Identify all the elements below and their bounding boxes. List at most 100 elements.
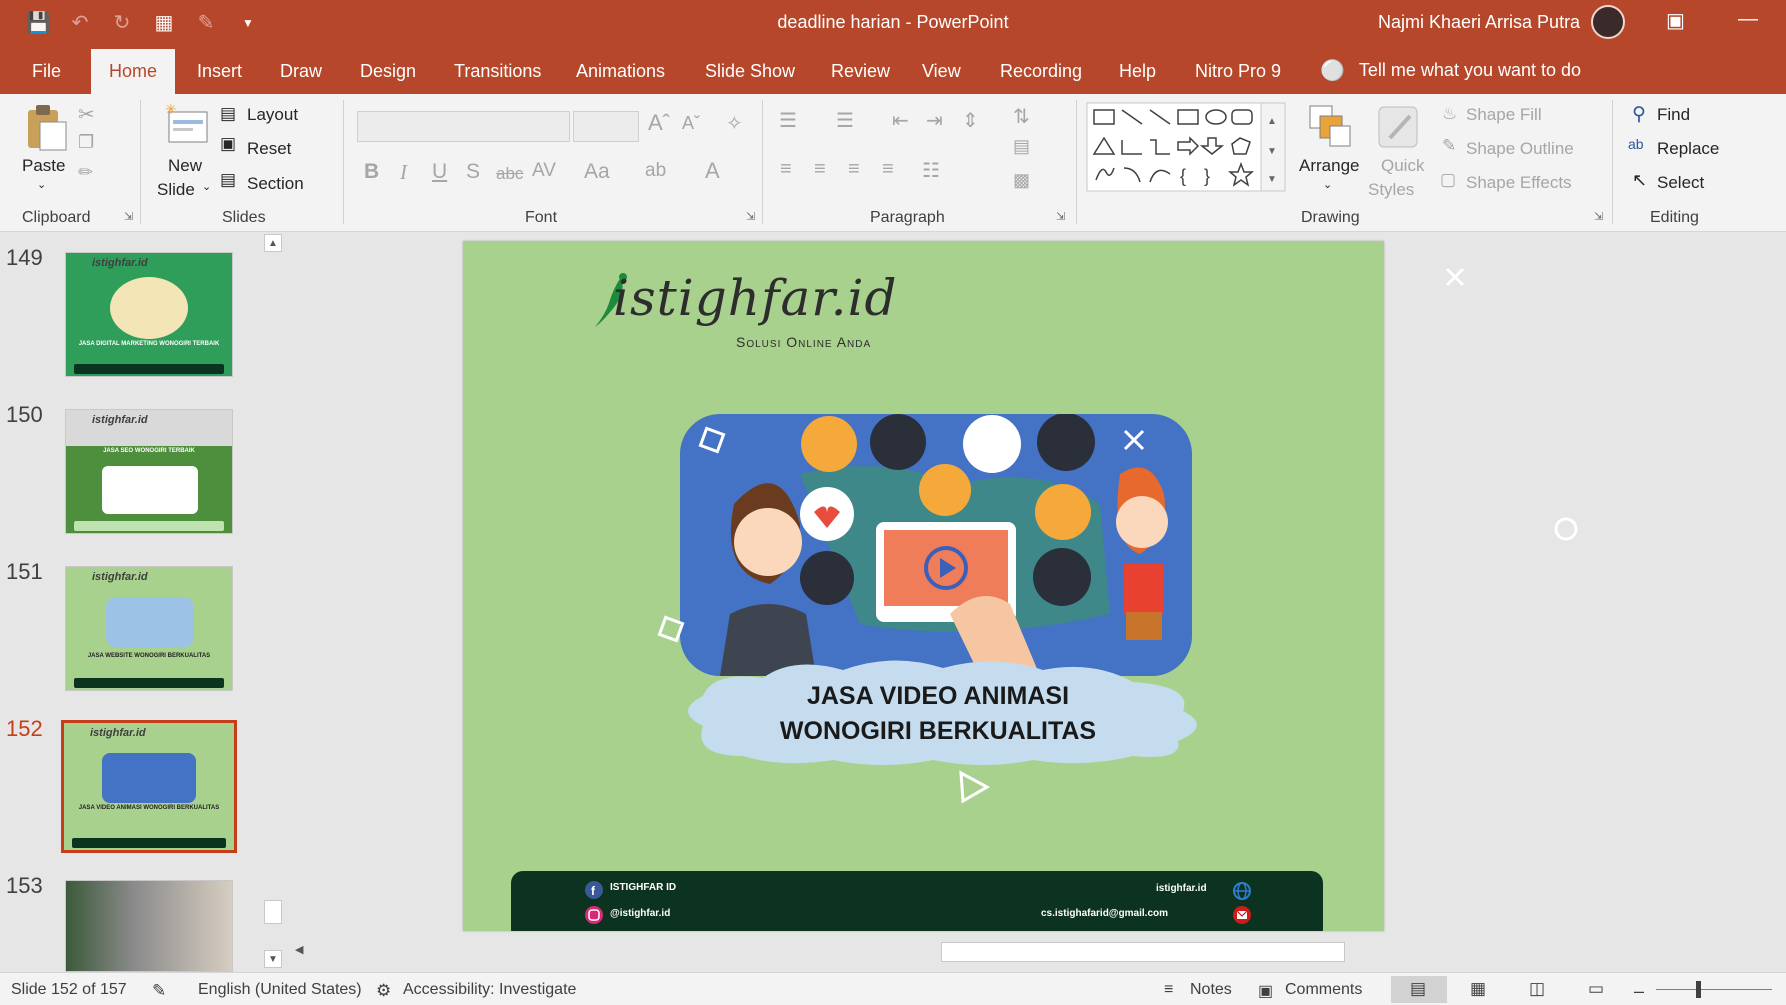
layout-button[interactable]: Layout: [247, 105, 298, 125]
shape-outline-button[interactable]: Shape Outline: [1466, 139, 1574, 159]
underline-icon[interactable]: U: [432, 160, 447, 184]
editor-horizontal-scrollbar[interactable]: ◀: [290, 940, 1345, 964]
ribbon-display-options-icon[interactable]: ▣: [1666, 8, 1685, 33]
select-button[interactable]: Select: [1657, 173, 1704, 193]
tab-slide-show[interactable]: Slide Show: [705, 61, 795, 82]
find-button[interactable]: Find: [1657, 105, 1690, 125]
normal-view-button[interactable]: ▤: [1391, 976, 1447, 1003]
tab-insert[interactable]: Insert: [197, 61, 242, 82]
tab-home[interactable]: Home: [91, 49, 176, 94]
spell-check-icon[interactable]: ✎: [152, 981, 166, 1001]
tab-recording[interactable]: Recording: [1000, 61, 1082, 82]
tab-transitions[interactable]: Transitions: [454, 61, 541, 82]
paste-button[interactable]: Paste: [22, 156, 65, 176]
decrease-font-size-icon[interactable]: Aˇ: [682, 113, 700, 134]
font-color-icon[interactable]: A: [705, 158, 720, 184]
smartart-icon[interactable]: ▩: [1013, 170, 1030, 191]
section-button[interactable]: Section: [247, 174, 304, 194]
slide-thumbnail[interactable]: istighfar.id JASA DIGITAL MARKETING WONO…: [65, 252, 233, 377]
decrease-indent-icon[interactable]: ⇤: [892, 108, 909, 133]
bold-icon[interactable]: B: [364, 160, 379, 184]
font-launcher-icon[interactable]: ⇲: [746, 210, 755, 223]
drawing-launcher-icon[interactable]: ⇲: [1594, 210, 1603, 223]
font-name-combobox[interactable]: [357, 111, 570, 142]
comments-button[interactable]: Comments: [1285, 981, 1362, 999]
quick-styles-button-line2[interactable]: Styles: [1368, 180, 1414, 200]
line-spacing-icon[interactable]: ⇕: [962, 108, 979, 133]
paragraph-launcher-icon[interactable]: ⇲: [1056, 210, 1065, 223]
arrange-button[interactable]: Arrange: [1299, 156, 1359, 176]
copy-icon[interactable]: ❐: [78, 132, 94, 153]
notes-button[interactable]: Notes: [1190, 981, 1232, 999]
tab-review[interactable]: Review: [831, 61, 890, 82]
new-slide-icon[interactable]: ✳: [163, 102, 211, 146]
scroll-down-icon[interactable]: ▼: [264, 950, 282, 968]
align-text-icon[interactable]: ▤: [1013, 136, 1030, 157]
scroll-left-icon[interactable]: ◀: [295, 943, 303, 956]
shape-fill-button[interactable]: Shape Fill: [1466, 105, 1542, 125]
zoom-slider-thumb[interactable]: [1696, 981, 1701, 998]
slide-show-button[interactable]: ▭: [1569, 976, 1625, 1003]
format-painter-icon[interactable]: ✏: [78, 162, 93, 183]
character-spacing-icon[interactable]: AV: [532, 160, 556, 182]
shapes-gallery[interactable]: { } ▲ ▼ ▼: [1086, 102, 1286, 192]
tab-draw[interactable]: Draw: [280, 61, 322, 82]
change-case-icon[interactable]: Aa: [584, 160, 610, 184]
numbering-icon[interactable]: ☰: [836, 108, 854, 133]
strikethrough-icon[interactable]: abc: [496, 164, 523, 184]
text-shadow-icon[interactable]: S: [466, 160, 480, 184]
reading-view-button[interactable]: ◫: [1510, 976, 1566, 1003]
slide-canvas[interactable]: istighfar.id Solusi Online Anda JASA VID…: [463, 241, 1384, 931]
new-slide-button-line2[interactable]: Slide: [157, 180, 195, 200]
italic-icon[interactable]: I: [400, 160, 407, 185]
zoom-slider[interactable]: [1656, 989, 1772, 990]
bullets-icon[interactable]: ☰: [779, 108, 797, 133]
tab-file[interactable]: File: [32, 61, 61, 82]
slide-thumbnail[interactable]: istighfar.id JASA SEO WONOGIRI TERBAIK: [65, 409, 233, 534]
tab-nitro-pro[interactable]: Nitro Pro 9: [1195, 61, 1281, 82]
arrange-dropdown-icon[interactable]: ⌄: [1323, 178, 1332, 191]
tab-animations[interactable]: Animations: [576, 61, 665, 82]
align-right-icon[interactable]: ≡: [848, 158, 860, 181]
zoom-out-icon[interactable]: –: [1634, 981, 1644, 1002]
increase-font-size-icon[interactable]: Aˆ: [648, 110, 670, 136]
paste-icon[interactable]: [24, 102, 68, 152]
new-slide-dropdown-icon[interactable]: ⌄: [202, 180, 211, 193]
cut-icon[interactable]: ✂: [78, 102, 95, 127]
tell-me-search[interactable]: ⚪ Tell me what you want to do: [1320, 58, 1581, 83]
replace-button[interactable]: Replace: [1657, 139, 1719, 159]
tab-help[interactable]: Help: [1119, 61, 1156, 82]
accessibility-status[interactable]: Accessibility: Investigate: [403, 981, 576, 999]
scroll-up-icon[interactable]: ▲: [264, 234, 282, 252]
align-center-icon[interactable]: ≡: [814, 158, 826, 181]
user-name[interactable]: Najmi Khaeri Arrisa Putra: [1378, 12, 1580, 33]
quick-styles-icon[interactable]: [1376, 104, 1420, 150]
increase-indent-icon[interactable]: ⇥: [926, 108, 943, 133]
text-direction-icon[interactable]: ⇅: [1013, 104, 1030, 129]
minimize-icon[interactable]: —: [1738, 8, 1758, 31]
tab-view[interactable]: View: [922, 61, 961, 82]
align-left-icon[interactable]: ≡: [780, 158, 792, 181]
thumbnail-scrollbar[interactable]: ▲ ▼: [262, 232, 284, 972]
avatar[interactable]: [1591, 5, 1625, 39]
language-indicator[interactable]: English (United States): [198, 981, 362, 999]
clear-formatting-icon[interactable]: ✧: [726, 111, 743, 136]
slide-sorter-button[interactable]: ▦: [1451, 976, 1507, 1003]
shape-effects-button[interactable]: Shape Effects: [1466, 173, 1572, 193]
paste-dropdown-icon[interactable]: ⌄: [37, 178, 46, 191]
justify-icon[interactable]: ≡: [882, 158, 894, 181]
arrange-icon[interactable]: [1308, 104, 1352, 150]
columns-icon[interactable]: ☷: [922, 158, 940, 183]
scroll-thumb[interactable]: [264, 900, 282, 924]
new-slide-button[interactable]: New: [168, 156, 202, 176]
slide-thumbnail-active[interactable]: istighfar.id JASA VIDEO ANIMASI WONOGIRI…: [61, 720, 237, 853]
quick-styles-button[interactable]: Quick: [1381, 156, 1424, 176]
tab-design[interactable]: Design: [360, 61, 416, 82]
clipboard-launcher-icon[interactable]: ⇲: [124, 210, 133, 223]
font-size-combobox[interactable]: [573, 111, 639, 142]
slide-thumbnail[interactable]: [65, 880, 233, 972]
highlight-icon[interactable]: ab: [645, 160, 666, 182]
reset-button[interactable]: Reset: [247, 139, 291, 159]
slide-thumbnail[interactable]: istighfar.id JASA WEBSITE WONOGIRI BERKU…: [65, 566, 233, 691]
horizontal-scroll-thumb[interactable]: [941, 942, 1345, 962]
